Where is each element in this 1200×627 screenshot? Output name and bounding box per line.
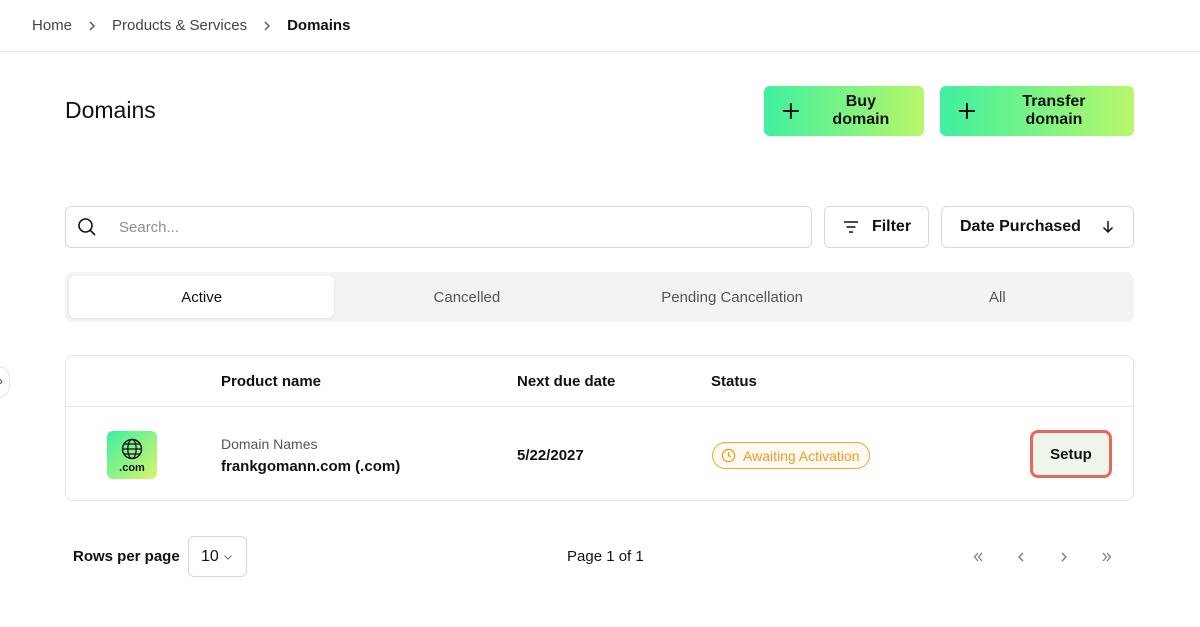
- filter-button[interactable]: Filter: [824, 206, 929, 248]
- transfer-domain-button[interactable]: Transfer domain: [940, 86, 1134, 136]
- chevron-down-icon: [223, 554, 232, 560]
- product-name: frankgomann.com (.com): [221, 458, 401, 475]
- chevron-left-icon: [1018, 552, 1024, 562]
- clock-icon: [721, 448, 736, 463]
- column-next-due-date: Next due date: [517, 373, 616, 390]
- breadcrumb-home[interactable]: Home: [32, 17, 72, 34]
- globe-icon: [121, 438, 143, 459]
- plus-icon: [958, 103, 975, 119]
- chevron-right-icon: [261, 20, 273, 32]
- last-page-button[interactable]: [1096, 546, 1118, 568]
- first-page-button[interactable]: [967, 546, 989, 568]
- column-product-name: Product name: [221, 373, 322, 390]
- tab-active[interactable]: Active: [69, 276, 335, 318]
- chevron-right-icon: [86, 20, 98, 32]
- product-category: Domain Names: [221, 436, 318, 452]
- plus-icon: [782, 103, 799, 119]
- setup-button[interactable]: Setup: [1030, 430, 1112, 478]
- buy-domain-label: Buy domain: [832, 93, 890, 128]
- breadcrumb-products-services[interactable]: Products & Services: [112, 17, 247, 34]
- double-chevron-right-icon: [1102, 552, 1112, 562]
- breadcrumb: Home Products & Services Domains: [0, 0, 1200, 52]
- status-text: Awaiting Activation: [743, 447, 860, 464]
- search-box: [65, 206, 812, 248]
- rows-per-page-value: 10: [201, 547, 219, 565]
- search-input[interactable]: [119, 218, 811, 236]
- tab-all[interactable]: All: [865, 276, 1130, 318]
- next-page-button[interactable]: [1053, 546, 1075, 568]
- previous-page-button[interactable]: [1010, 546, 1032, 568]
- page-info: Page 1 of 1: [567, 548, 644, 565]
- domain-product-icon: .com: [107, 431, 157, 479]
- table-header: Product name Next due date Status: [66, 356, 1133, 407]
- tld-label: .com: [119, 461, 145, 474]
- arrow-down-icon: [1102, 221, 1114, 234]
- status-tabs: Active Cancelled Pending Cancellation Al…: [65, 272, 1134, 322]
- status-badge: Awaiting Activation: [712, 442, 871, 469]
- rows-per-page-select[interactable]: 10: [188, 536, 247, 577]
- breadcrumb-current: Domains: [287, 17, 351, 34]
- filter-icon: [843, 221, 858, 233]
- tab-pending-cancellation[interactable]: Pending Cancellation: [600, 276, 865, 318]
- tab-cancelled[interactable]: Cancelled: [334, 276, 599, 318]
- sort-button[interactable]: Date Purchased: [941, 206, 1134, 248]
- domains-table: Product name Next due date Status .com D…: [65, 355, 1134, 501]
- rows-per-page-label: Rows per page: [73, 548, 180, 565]
- sort-label: Date Purchased: [960, 218, 1081, 235]
- double-chevron-left-icon: [973, 552, 983, 562]
- sidebar-toggle[interactable]: ›: [0, 366, 10, 398]
- chevron-right-icon: [1061, 552, 1067, 562]
- filter-label: Filter: [871, 218, 912, 235]
- top-actions: Buy domain Transfer domain: [764, 86, 1134, 136]
- search-icon: [78, 218, 96, 236]
- table-row: .com Domain Names frankgomann.com (.com)…: [66, 407, 1133, 501]
- next-due-date: 5/22/2027: [517, 447, 584, 464]
- column-status: Status: [711, 373, 757, 390]
- page-title: Domains: [65, 97, 156, 123]
- buy-domain-button[interactable]: Buy domain: [764, 86, 924, 136]
- pagination: Rows per page 10 Page 1 of 1: [0, 536, 1200, 578]
- transfer-domain-label: Transfer domain: [1022, 93, 1086, 128]
- chevron-icon: ›: [0, 374, 3, 388]
